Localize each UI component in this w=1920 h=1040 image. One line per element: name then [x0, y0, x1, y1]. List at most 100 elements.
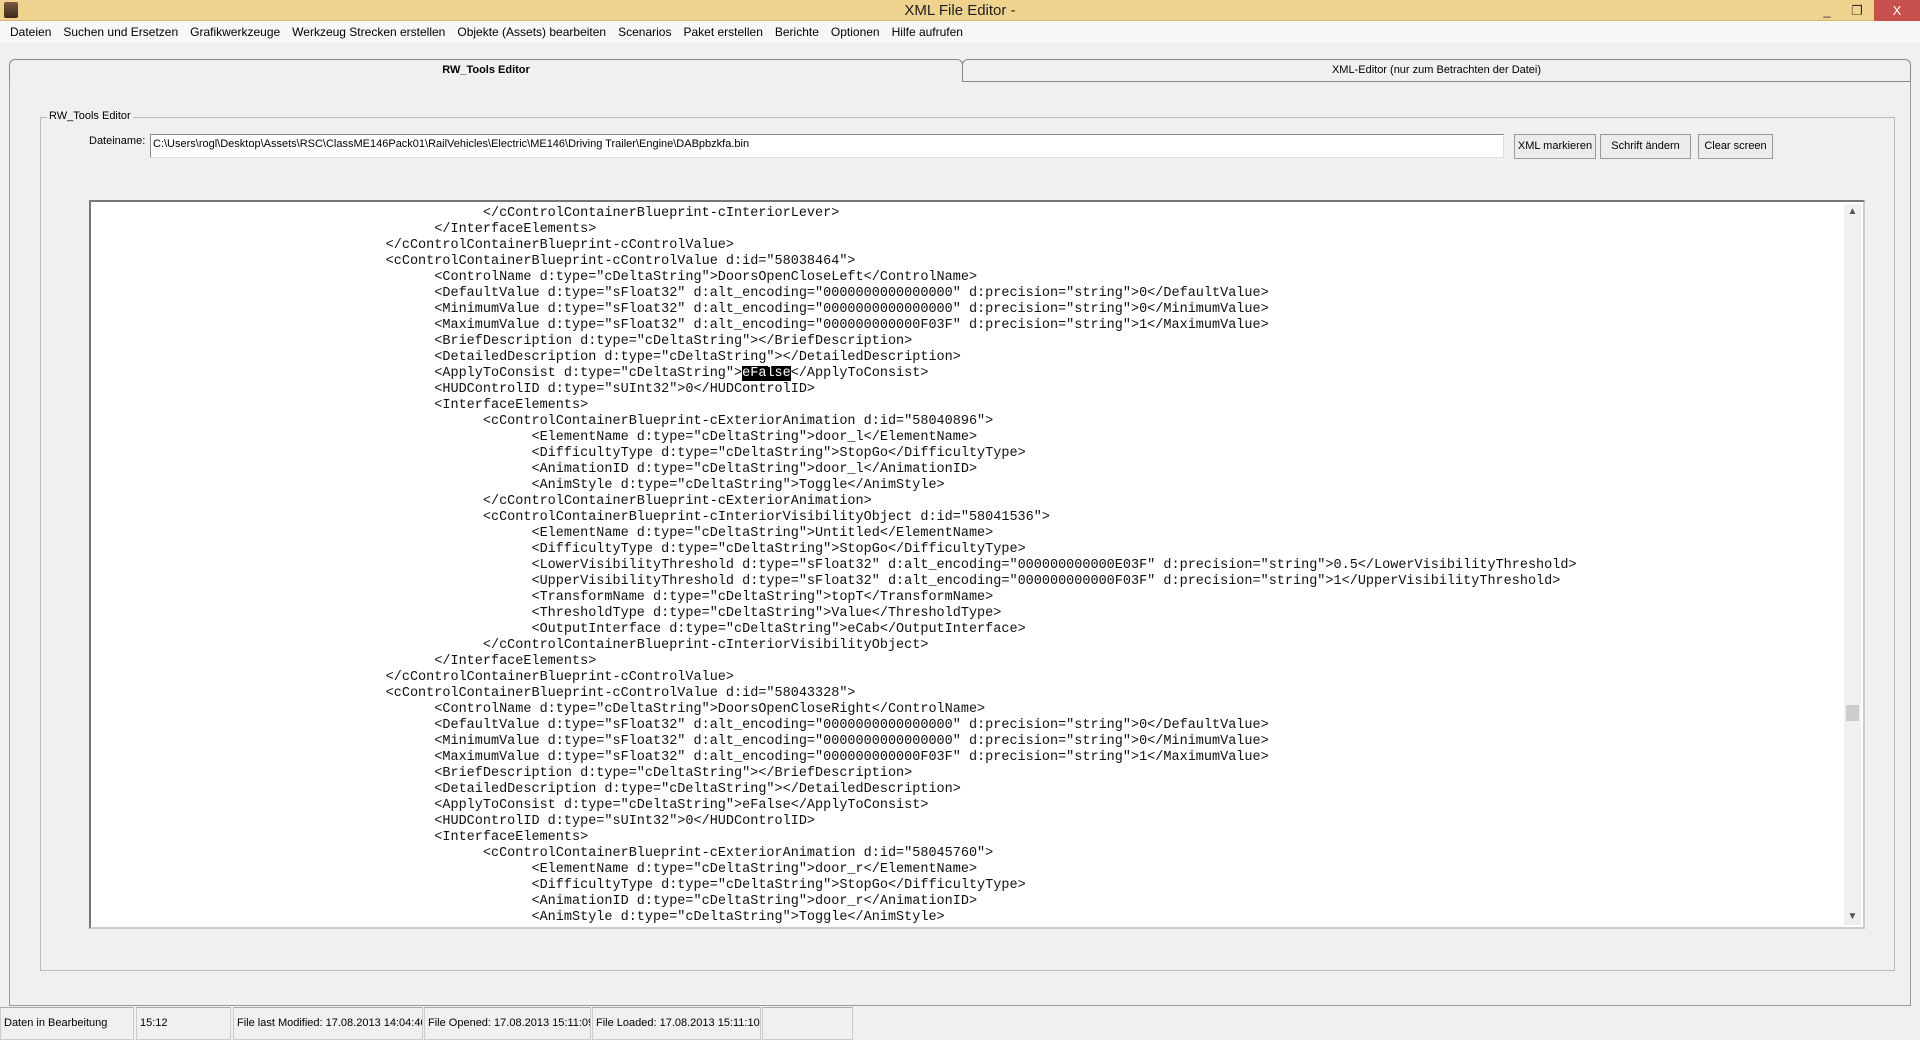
xml-line: <HUDControlID d:type="sUInt32">0</HUDCon…: [94, 814, 1577, 830]
clear-screen-button[interactable]: Clear screen: [1698, 134, 1773, 159]
menu-paket[interactable]: Paket erstellen: [677, 21, 768, 43]
menu-hilfe[interactable]: Hilfe aufrufen: [886, 21, 969, 43]
xml-line-text: <DifficultyType d:type="cDeltaString">St…: [94, 878, 1026, 893]
status-extra: [762, 1007, 853, 1040]
xml-line: <ControlName d:type="cDeltaString">Doors…: [94, 702, 1577, 718]
xml-line-text: <ApplyToConsist d:type="cDeltaString">: [94, 366, 743, 381]
xml-line: <DefaultValue d:type="sFloat32" d:alt_en…: [94, 286, 1577, 302]
menu-objekte[interactable]: Objekte (Assets) bearbeiten: [451, 21, 612, 43]
menu-strecken[interactable]: Werkzeug Strecken erstellen: [286, 21, 451, 43]
xml-line-text: <DifficultyType d:type="cDeltaString">St…: [94, 446, 1026, 461]
xml-line: <DifficultyType d:type="cDeltaString">St…: [94, 878, 1577, 894]
menu-berichte[interactable]: Berichte: [769, 21, 825, 43]
xml-text-area[interactable]: </cControlContainerBlueprint-cInteriorLe…: [89, 200, 1865, 929]
xml-line: <DetailedDescription d:type="cDeltaStrin…: [94, 350, 1577, 366]
xml-lines: </cControlContainerBlueprint-cInteriorLe…: [94, 206, 1577, 926]
xml-line-text: <BriefDescription d:type="cDeltaString">…: [94, 334, 913, 349]
xml-line: <cControlContainerBlueprint-cExteriorAni…: [94, 846, 1577, 862]
xml-line: <cControlContainerBlueprint-cExteriorAni…: [94, 414, 1577, 430]
selected-text[interactable]: eFalse: [742, 366, 791, 381]
xml-line-text: <AnimationID d:type="cDeltaString">door_…: [94, 894, 978, 909]
xml-line-text: <HUDControlID d:type="sUInt32">0</HUDCon…: [94, 382, 816, 397]
xml-line: <MaximumValue d:type="sFloat32" d:alt_en…: [94, 318, 1577, 334]
xml-line-text: <ElementName d:type="cDeltaString">door_…: [94, 430, 978, 445]
vertical-scrollbar[interactable]: ▲ ▼: [1844, 204, 1861, 925]
xml-line: <cControlContainerBlueprint-cControlValu…: [94, 254, 1577, 270]
xml-line: <cControlContainerBlueprint-cControlValu…: [94, 686, 1577, 702]
menu-scenarios[interactable]: Scenarios: [612, 21, 677, 43]
xml-line-text: </cControlContainerBlueprint-cControlVal…: [94, 238, 735, 253]
xml-line-text: <cControlContainerBlueprint-cExteriorAni…: [94, 414, 994, 429]
xml-line: <LowerVisibilityThreshold d:type="sFloat…: [94, 558, 1576, 574]
xml-line-text: </cControlContainerBlueprint-cInteriorLe…: [94, 206, 840, 221]
menu-dateien[interactable]: Dateien: [4, 21, 57, 43]
xml-line: <DetailedDescription d:type="cDeltaStrin…: [94, 782, 1577, 798]
xml-line: <DifficultyType d:type="cDeltaString">St…: [94, 446, 1577, 462]
status-opened: File Opened: 17.08.2013 15:11:09: [424, 1007, 591, 1040]
filename-label: Dateiname:: [89, 135, 146, 147]
status-modified: File last Modified: 17.08.2013 14:04:40: [233, 1007, 423, 1040]
xml-line: <ControlName d:type="cDeltaString">Doors…: [94, 270, 1577, 286]
xml-line-text: <UpperVisibilityThreshold d:type="sFloat…: [94, 574, 1561, 589]
xml-line: <ThresholdType d:type="cDeltaString">Val…: [94, 606, 1577, 622]
close-button[interactable]: X: [1874, 0, 1920, 21]
xml-line-text: </InterfaceElements>: [94, 222, 597, 237]
xml-line-text: <AnimStyle d:type="cDeltaString">Toggle<…: [94, 910, 945, 925]
xml-line: <ElementName d:type="cDeltaString">door_…: [94, 430, 1577, 446]
menu-optionen[interactable]: Optionen: [825, 21, 886, 43]
menu-grafikwerkzeuge[interactable]: Grafikwerkzeuge: [184, 21, 286, 43]
xml-line: </InterfaceElements>: [94, 654, 1577, 670]
xml-line-text: </ApplyToConsist>: [790, 366, 929, 381]
xml-line: <MinimumValue d:type="sFloat32" d:alt_en…: [94, 302, 1577, 318]
xml-line-text: <ApplyToConsist d:type="cDeltaString">eF…: [94, 798, 929, 813]
xml-line: <ApplyToConsist d:type="cDeltaString">eF…: [94, 798, 1577, 814]
xml-line-text: <cControlContainerBlueprint-cControlValu…: [94, 686, 856, 701]
menu-suchen-ersetzen[interactable]: Suchen und Ersetzen: [57, 21, 184, 43]
xml-line-text: <ElementName d:type="cDeltaString">door_…: [94, 862, 978, 877]
xml-line-text: <AnimationID d:type="cDeltaString">door_…: [94, 462, 978, 477]
minimize-button[interactable]: _: [1812, 0, 1842, 21]
xml-line-text: <DifficultyType d:type="cDeltaString">St…: [94, 542, 1026, 557]
xml-line-text: <OutputInterface d:type="cDeltaString">e…: [94, 622, 1026, 637]
tab-rw-tools-editor[interactable]: RW_Tools Editor: [9, 59, 963, 82]
xml-mark-button[interactable]: XML markieren: [1514, 134, 1596, 159]
group-title: RW_Tools Editor: [47, 110, 133, 122]
tab-xml-editor[interactable]: XML-Editor (nur zum Betrachten der Datei…: [962, 59, 1911, 81]
filename-input[interactable]: C:\Users\rogl\Desktop\Assets\RSC\ClassME…: [150, 134, 1504, 158]
xml-line: </cControlContainerBlueprint-cInteriorVi…: [94, 638, 1577, 654]
xml-line-text: <ElementName d:type="cDeltaString">Untit…: [94, 526, 994, 541]
xml-line-text: <MaximumValue d:type="sFloat32" d:alt_en…: [94, 318, 1269, 333]
xml-line-text: <cControlContainerBlueprint-cExteriorAni…: [94, 846, 994, 861]
xml-line: </cControlContainerBlueprint-cInteriorLe…: [94, 206, 1577, 222]
xml-line: <MaximumValue d:type="sFloat32" d:alt_en…: [94, 750, 1577, 766]
xml-line: <ApplyToConsist d:type="cDeltaString">eF…: [94, 366, 1577, 382]
xml-line: <HUDControlID d:type="sUInt32">0</HUDCon…: [94, 382, 1577, 398]
xml-line-text: <ThresholdType d:type="cDeltaString">Val…: [94, 606, 1002, 621]
menu-bar: Dateien Suchen und Ersetzen Grafikwerkze…: [0, 21, 1920, 43]
xml-line-text: </cControlContainerBlueprint-cInteriorVi…: [94, 638, 929, 653]
change-font-button[interactable]: Schrift ändern: [1600, 134, 1691, 159]
xml-line: <InterfaceElements>: [94, 398, 1577, 414]
xml-line-text: <MinimumValue d:type="sFloat32" d:alt_en…: [94, 302, 1269, 317]
xml-line: <OutputInterface d:type="cDeltaString">e…: [94, 622, 1577, 638]
scroll-down-icon[interactable]: ▼: [1844, 909, 1861, 925]
xml-line: <MinimumValue d:type="sFloat32" d:alt_en…: [94, 734, 1577, 750]
xml-line: <ElementName d:type="cDeltaString">door_…: [94, 862, 1577, 878]
xml-line-text: <HUDControlID d:type="sUInt32">0</HUDCon…: [94, 814, 816, 829]
xml-line: </cControlContainerBlueprint-cControlVal…: [94, 238, 1577, 254]
scroll-up-icon[interactable]: ▲: [1844, 204, 1861, 220]
restore-button[interactable]: ❐: [1842, 0, 1872, 21]
xml-line: <cControlContainerBlueprint-cInteriorVis…: [94, 510, 1577, 526]
xml-line: <AnimStyle d:type="cDeltaString">Toggle<…: [94, 478, 1577, 494]
xml-line-text: </cControlContainerBlueprint-cControlVal…: [94, 670, 735, 685]
xml-line-text: <MinimumValue d:type="sFloat32" d:alt_en…: [94, 734, 1269, 749]
xml-line: <UpperVisibilityThreshold d:type="sFloat…: [94, 574, 1577, 590]
scroll-thumb[interactable]: [1846, 704, 1859, 721]
xml-line: <DefaultValue d:type="sFloat32" d:alt_en…: [94, 718, 1577, 734]
xml-line-text: <InterfaceElements>: [94, 398, 589, 413]
xml-line: <TransformName d:type="cDeltaString">top…: [94, 590, 1577, 606]
xml-line: <BriefDescription d:type="cDeltaString">…: [94, 334, 1577, 350]
window-title: XML File Editor -: [904, 2, 1016, 19]
xml-line-text: <DetailedDescription d:type="cDeltaStrin…: [94, 782, 961, 797]
xml-line-text: <DetailedDescription d:type="cDeltaStrin…: [94, 350, 961, 365]
